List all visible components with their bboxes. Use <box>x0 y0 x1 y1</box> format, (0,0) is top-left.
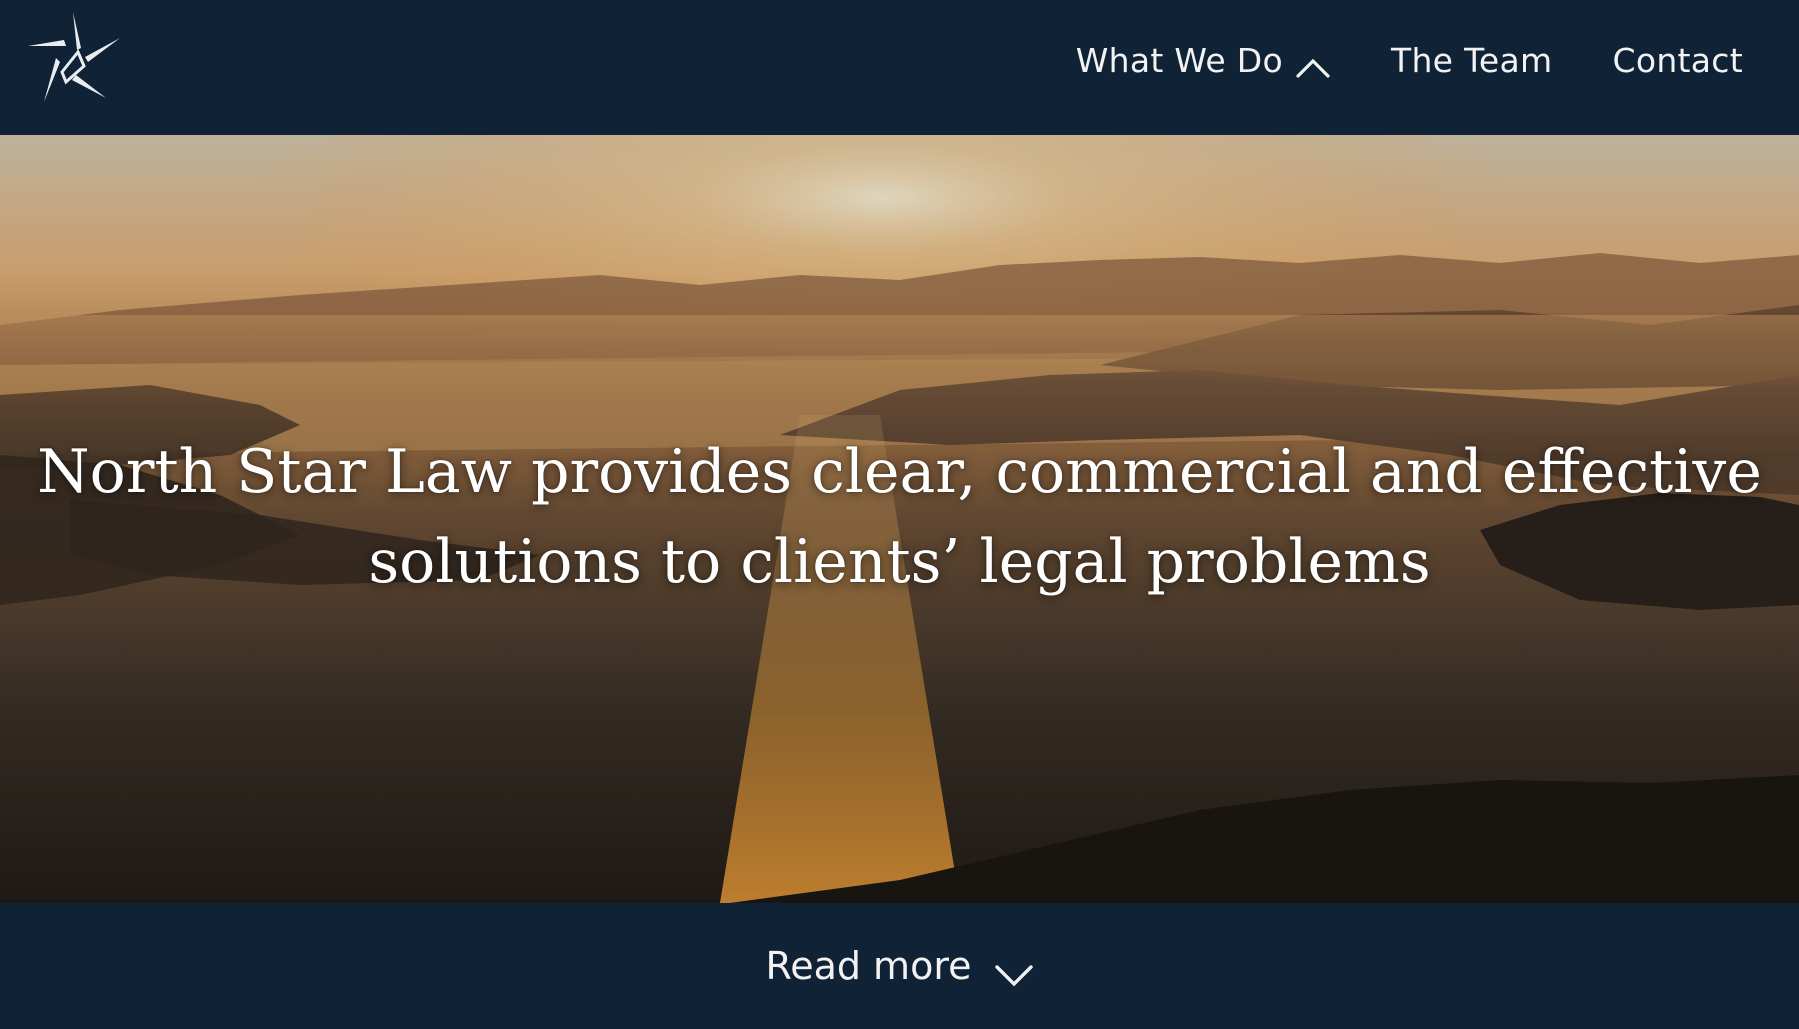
chevron-down-icon <box>994 953 1034 987</box>
read-more-bar: Read more <box>0 903 1799 1029</box>
hero-banner: North Star Law provides clear, commercia… <box>0 135 1799 903</box>
main-nav: What We Do The Team Contact <box>1076 0 1743 120</box>
read-more-label: Read more <box>765 944 972 988</box>
page: What We Do The Team Contact North Star L… <box>0 0 1799 1029</box>
nav-item-label: The Team <box>1391 40 1553 80</box>
nav-item-label: Contact <box>1612 40 1743 80</box>
hero-headline: North Star Law provides clear, commercia… <box>0 427 1799 607</box>
read-more-button[interactable]: Read more <box>0 903 1799 1029</box>
site-header: What We Do The Team Contact <box>0 0 1799 135</box>
nav-item-what-we-do[interactable]: What We Do <box>1076 41 1331 80</box>
nav-item-label: What We Do <box>1075 40 1283 80</box>
nav-item-the-team[interactable]: The Team <box>1391 41 1553 80</box>
nav-item-contact[interactable]: Contact <box>1613 41 1744 80</box>
north-star-logo[interactable] <box>26 10 124 102</box>
hero-headline-line-1: North Star Law provides clear, commercia… <box>37 437 1762 507</box>
star-logo-icon <box>28 12 120 102</box>
chevron-up-icon <box>1295 48 1331 78</box>
hero-headline-line-2: solutions to clients’ legal problems <box>368 527 1431 597</box>
